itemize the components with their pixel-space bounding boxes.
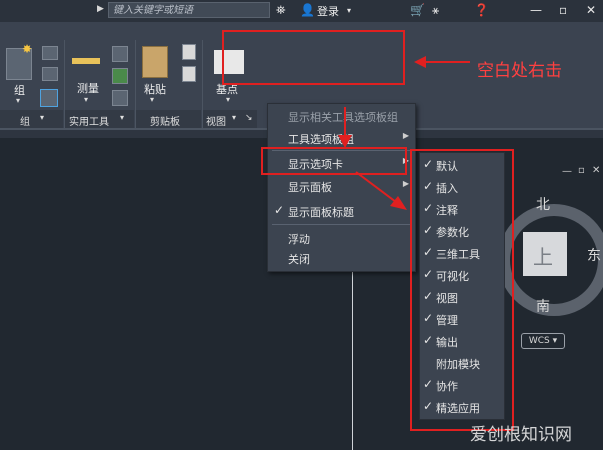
viewcube-top-label[interactable]: 上 <box>533 241 553 270</box>
watermark: 爱创根知识网 <box>470 425 572 445</box>
compass-north[interactable]: 北 <box>536 194 550 214</box>
view-panel-dropdown-icon[interactable]: ▾ <box>232 113 236 122</box>
view-panel-launcher-icon[interactable]: ↘ <box>245 113 253 123</box>
wcs-menu[interactable]: WCS ▾ <box>521 333 565 349</box>
user-icon[interactable]: 👤 <box>300 3 315 17</box>
binoculars-icon[interactable]: ⛯ <box>276 3 286 18</box>
compass-east[interactable]: 东 <box>587 245 601 265</box>
check-icon: ✓ <box>274 203 285 217</box>
paste-icon[interactable] <box>142 46 168 78</box>
search-arrow-icon: ▶ <box>97 4 104 14</box>
network-icon[interactable]: ⚹ <box>432 3 439 18</box>
maximize-icon[interactable]: ▫ <box>559 3 567 17</box>
sparkle-icon: ✸ <box>22 42 33 56</box>
utilities-panel-dropdown-icon[interactable]: ▾ <box>120 113 124 122</box>
group-panel-title[interactable]: 组 <box>20 113 30 128</box>
search-input[interactable]: 键入关键字或短语 <box>108 2 270 18</box>
menu-item-float[interactable]: 浮动 <box>268 227 415 249</box>
paste-dropdown-icon[interactable]: ▾ <box>150 95 154 104</box>
view-panel-title[interactable]: 视图 <box>206 113 226 128</box>
ungroup-icon[interactable] <box>42 46 58 60</box>
wcs-label[interactable]: WCS <box>529 336 550 346</box>
compass-south[interactable]: 南 <box>536 296 550 316</box>
copy-icon[interactable] <box>182 44 196 60</box>
close-icon[interactable]: ✕ <box>586 3 596 17</box>
menu-item-label: 浮动 <box>288 233 310 246</box>
viewport-minimize-icon[interactable]: — <box>562 166 572 177</box>
login-dropdown-icon[interactable]: ▾ <box>347 6 351 15</box>
measure-icon[interactable] <box>72 58 100 64</box>
measure-dropdown-icon[interactable]: ▾ <box>84 95 88 104</box>
menu-separator <box>272 224 411 225</box>
quick-select-icon[interactable] <box>112 46 128 62</box>
menu-item-label: 显示面板标题 <box>288 206 354 219</box>
down-arrow-icon <box>338 107 352 148</box>
menu-item-label: 关闭 <box>288 253 310 266</box>
base-point-dropdown-icon[interactable]: ▾ <box>226 95 230 104</box>
login-button[interactable]: 登录 <box>317 3 339 19</box>
paste-button-label[interactable]: 粘贴 <box>144 81 166 97</box>
diagonal-arrow-icon <box>355 171 407 210</box>
select-similar-icon[interactable] <box>112 68 128 84</box>
help-icon[interactable]: ❓ <box>474 3 489 17</box>
menu-item-close[interactable]: 关闭 <box>268 247 415 269</box>
clipboard-panel-title[interactable]: 剪贴板 <box>150 113 180 128</box>
minimize-icon[interactable]: — <box>530 3 542 17</box>
cart-icon[interactable]: 🛒 <box>410 3 425 17</box>
submenu-arrow-icon: ▶ <box>402 131 409 140</box>
menu-item-label: 显示面板 <box>288 181 332 194</box>
annotation-arrow-icon <box>414 56 470 68</box>
group-edit-icon[interactable] <box>42 67 58 81</box>
cut-icon[interactable] <box>182 66 196 82</box>
measure-button-label[interactable]: 测量 <box>77 80 99 96</box>
group-panel-dropdown-icon[interactable]: ▾ <box>40 113 44 122</box>
viewport-close-icon[interactable]: ✕ <box>592 165 600 176</box>
submenu-highlight-box <box>410 149 514 431</box>
group-panel-titlebar[interactable] <box>0 110 63 128</box>
group-dropdown-icon[interactable]: ▾ <box>16 96 20 105</box>
annotation-highlight-box <box>222 30 405 85</box>
annotation-text: 空白处右击 <box>477 61 562 81</box>
calculator-icon[interactable] <box>112 90 128 106</box>
utilities-panel-title[interactable]: 实用工具 <box>69 113 109 128</box>
group-select-icon[interactable] <box>40 89 58 107</box>
crosshair-line <box>352 260 353 450</box>
viewport-restore-icon[interactable]: ▫ <box>578 165 585 176</box>
